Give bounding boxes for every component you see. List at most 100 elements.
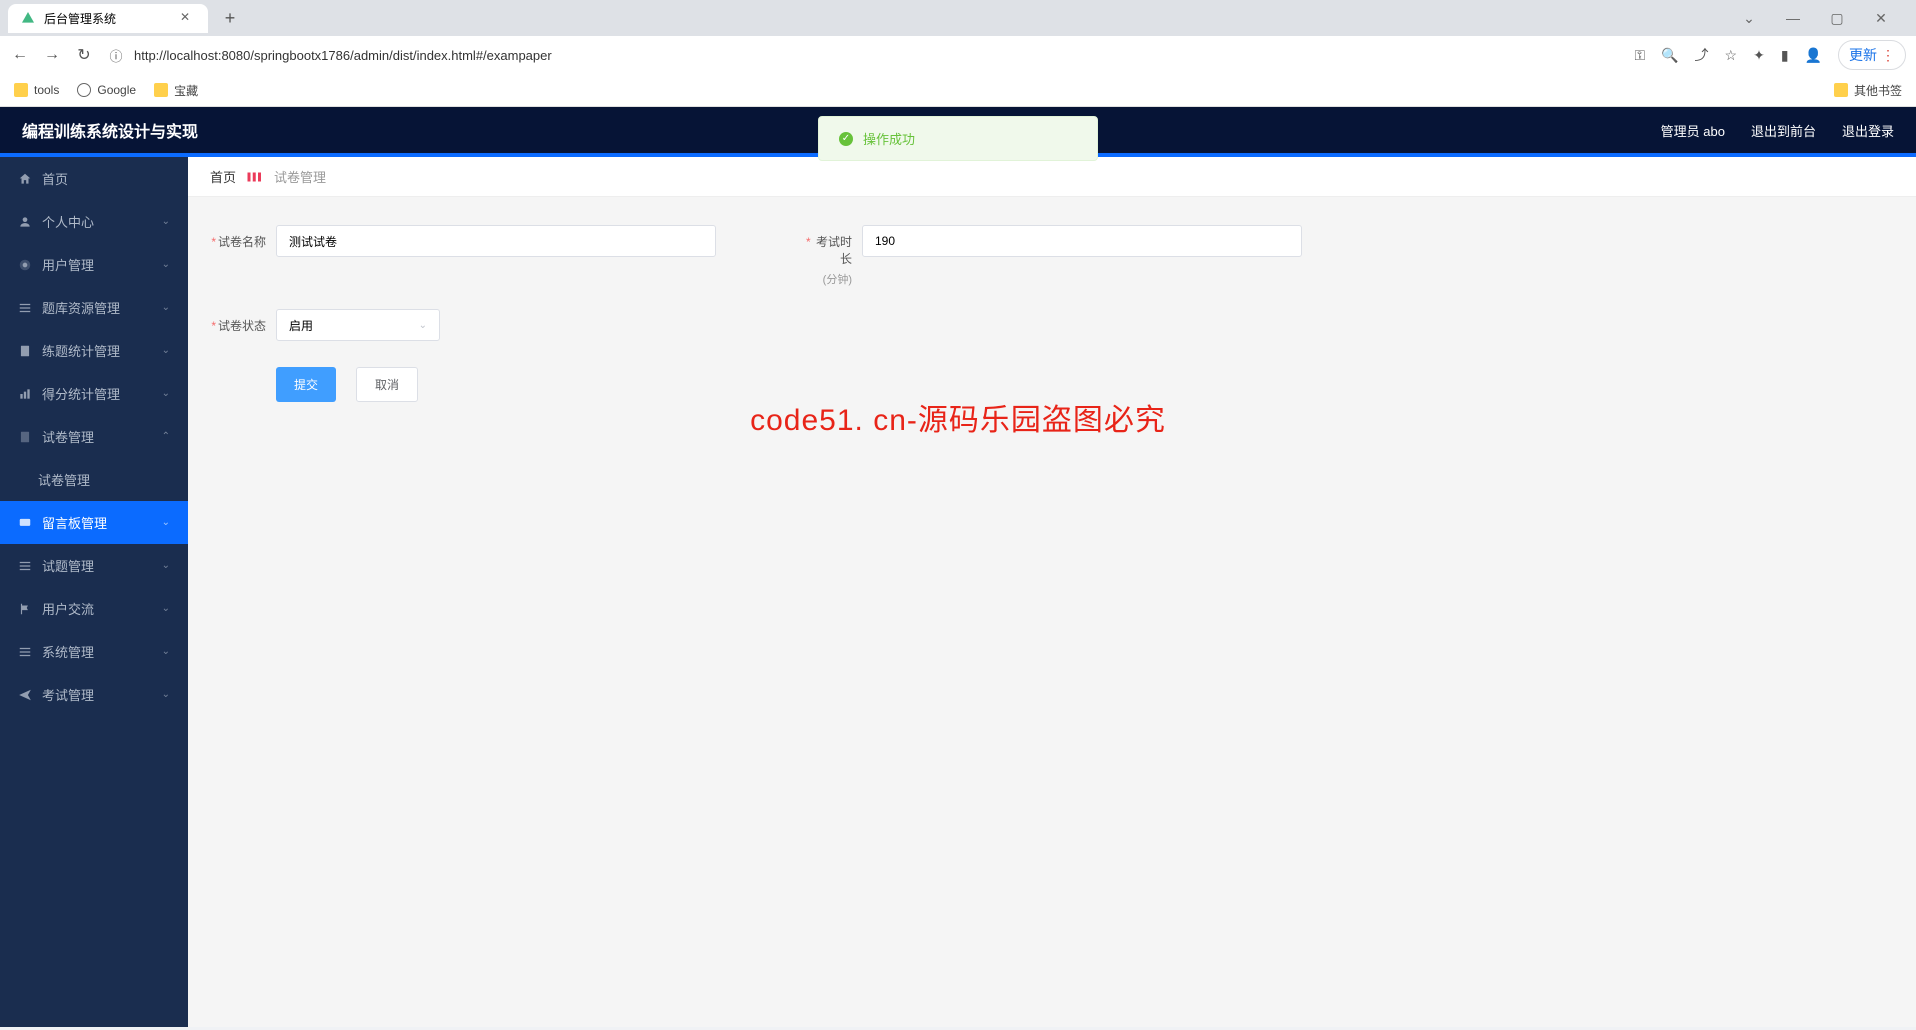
sidebar-item-user-comm[interactable]: 用户交流 ⌄	[0, 587, 188, 630]
duration-input[interactable]	[862, 225, 1302, 257]
minimize-icon[interactable]: —	[1778, 10, 1808, 27]
close-tab-icon[interactable]: ✕	[180, 10, 196, 26]
sidebar-item-paper-mgmt[interactable]: 试卷管理 ⌃	[0, 415, 188, 458]
nav-bar: ← → ↻ ⓘ http://localhost:8080/springboot…	[0, 36, 1916, 74]
chevron-down-icon: ⌄	[162, 216, 170, 227]
window-dropdown-icon[interactable]: ⌄	[1734, 10, 1764, 27]
sidebar-item-personal[interactable]: 个人中心 ⌄	[0, 200, 188, 243]
user-icon	[18, 215, 32, 229]
folder-icon	[154, 83, 168, 97]
flag-icon	[18, 602, 32, 616]
duration-label: 考试时长 (分钟)	[796, 225, 852, 287]
sidebar-item-practice-stats[interactable]: 练题统计管理 ⌄	[0, 329, 188, 372]
back-button[interactable]: ←	[10, 45, 30, 65]
submit-button[interactable]: 提交	[276, 367, 336, 402]
breadcrumb-home[interactable]: 首页	[210, 167, 236, 186]
sidebar-icon[interactable]: ▮	[1781, 47, 1789, 64]
bookmark-other[interactable]: 其他书签	[1834, 82, 1902, 99]
browser-chrome: 后台管理系统 ✕ + ⌄ — ▢ ✕ ← → ↻ ⓘ http://localh…	[0, 0, 1916, 107]
sidebar-item-question-bank[interactable]: 题库资源管理 ⌄	[0, 286, 188, 329]
send-icon	[18, 688, 32, 702]
list-icon	[18, 645, 32, 659]
file-icon	[18, 344, 32, 358]
chevron-down-icon: ⌄	[162, 689, 170, 700]
sidebar-item-exam-mgmt[interactable]: 考试管理 ⌄	[0, 673, 188, 716]
logout-link[interactable]: 退出登录	[1842, 121, 1894, 140]
form-row: 试卷名称 考试时长 (分钟)	[210, 225, 1894, 287]
key-icon[interactable]: ⚿	[1634, 47, 1645, 64]
chevron-down-icon: ⌄	[419, 320, 427, 331]
close-window-icon[interactable]: ✕	[1866, 10, 1896, 27]
app-title: 编程训练系统设计与实现	[22, 118, 198, 142]
tab-title: 后台管理系统	[44, 10, 116, 27]
chevron-up-icon: ⌃	[162, 431, 170, 442]
app-body: 首页 个人中心 ⌄ 用户管理 ⌄ 题库资源管理 ⌄ 练题统计管理 ⌄ 得分统计管…	[0, 157, 1916, 1027]
bookmark-treasure[interactable]: 宝藏	[154, 82, 198, 99]
toast-text: 操作成功	[863, 129, 915, 148]
sidebar-item-home[interactable]: 首页	[0, 157, 188, 200]
sidebar: 首页 个人中心 ⌄ 用户管理 ⌄ 题库资源管理 ⌄ 练题统计管理 ⌄ 得分统计管…	[0, 157, 188, 1027]
chevron-down-icon: ⌄	[162, 388, 170, 399]
chevron-down-icon: ⌄	[162, 517, 170, 528]
browser-tab[interactable]: 后台管理系统 ✕	[8, 4, 208, 33]
update-button[interactable]: 更新⋮	[1838, 40, 1906, 70]
share-icon[interactable]: ⤴	[1695, 45, 1709, 65]
extension-icon[interactable]: ✦	[1753, 47, 1765, 64]
reload-button[interactable]: ↻	[74, 45, 94, 65]
users-icon	[18, 258, 32, 272]
breadcrumb: 首页 试卷管理	[188, 157, 1916, 197]
bookmark-tools[interactable]: tools	[14, 83, 59, 97]
forward-button[interactable]: →	[42, 45, 62, 65]
nav-icons: ⚿ 🔍 ⤴ ☆ ✦ ▮ 👤 更新⋮	[1634, 40, 1906, 70]
vue-icon	[20, 10, 36, 26]
star-icon[interactable]: ☆	[1725, 47, 1738, 64]
bookmark-google[interactable]: Google	[77, 83, 136, 97]
tab-bar: 后台管理系统 ✕ + ⌄ — ▢ ✕	[0, 0, 1916, 36]
sidebar-item-score-stats[interactable]: 得分统计管理 ⌄	[0, 372, 188, 415]
breadcrumb-separator-icon	[246, 170, 264, 184]
sidebar-item-question-mgmt[interactable]: 试题管理 ⌄	[0, 544, 188, 587]
chevron-down-icon: ⌄	[162, 560, 170, 571]
form-group-status: 试卷状态 启用 ⌄	[210, 309, 440, 341]
to-front-link[interactable]: 退出到前台	[1751, 121, 1816, 140]
chevron-down-icon: ⌄	[162, 345, 170, 356]
chevron-down-icon: ⌄	[162, 646, 170, 657]
list-icon	[18, 559, 32, 573]
cancel-button[interactable]: 取消	[356, 367, 418, 402]
folder-icon	[14, 83, 28, 97]
folder-icon	[1834, 83, 1848, 97]
sidebar-item-message-board[interactable]: 留言板管理 ⌄	[0, 501, 188, 544]
sidebar-item-user-mgmt[interactable]: 用户管理 ⌄	[0, 243, 188, 286]
admin-link[interactable]: 管理员 abo	[1661, 121, 1725, 140]
success-toast: ✓ 操作成功	[818, 116, 1098, 161]
profile-icon[interactable]: 👤	[1805, 47, 1822, 64]
new-tab-button[interactable]: +	[216, 4, 244, 32]
form-group-paper-name: 试卷名称	[210, 225, 716, 287]
info-icon[interactable]: ⓘ	[106, 45, 126, 65]
paper-name-input[interactable]	[276, 225, 716, 257]
globe-icon	[77, 83, 91, 97]
list-icon	[18, 301, 32, 315]
window-controls: ⌄ — ▢ ✕	[1734, 10, 1908, 27]
breadcrumb-current: 试卷管理	[274, 167, 326, 186]
url-bar[interactable]: ⓘ http://localhost:8080/springbootx1786/…	[106, 45, 1622, 65]
chevron-down-icon: ⌄	[162, 259, 170, 270]
paper-icon	[18, 430, 32, 444]
status-select[interactable]: 启用 ⌄	[276, 309, 440, 341]
paper-name-label: 试卷名称	[210, 225, 266, 250]
main-content: 首页 试卷管理 试卷名称 考试时长 (分钟)	[188, 157, 1916, 1027]
url-text: http://localhost:8080/springbootx1786/ad…	[134, 48, 552, 63]
sidebar-sub-paper-mgmt[interactable]: 试卷管理	[0, 458, 188, 501]
form-row: 试卷状态 启用 ⌄	[210, 309, 1894, 341]
zoom-icon[interactable]: 🔍	[1661, 47, 1678, 64]
check-icon: ✓	[839, 132, 853, 146]
message-icon	[18, 516, 32, 530]
sidebar-item-system-mgmt[interactable]: 系统管理 ⌄	[0, 630, 188, 673]
chevron-down-icon: ⌄	[162, 603, 170, 614]
maximize-icon[interactable]: ▢	[1822, 10, 1852, 27]
home-icon	[18, 172, 32, 186]
chart-icon	[18, 387, 32, 401]
status-value: 启用	[289, 317, 313, 334]
status-label: 试卷状态	[210, 309, 266, 334]
chevron-down-icon: ⌄	[162, 302, 170, 313]
